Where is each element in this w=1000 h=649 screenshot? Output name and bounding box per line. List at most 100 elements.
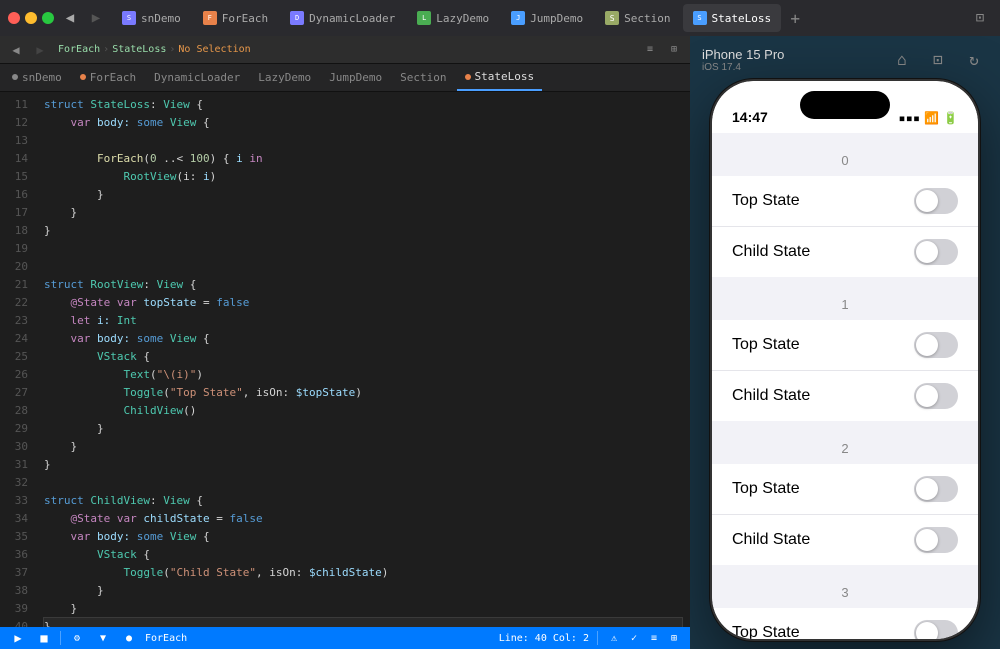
row-0-1[interactable]: Child State bbox=[712, 227, 978, 277]
rotate-icon[interactable]: ↻ bbox=[960, 46, 988, 74]
code-line-30: } bbox=[44, 438, 682, 456]
simulator-panel: iPhone 15 Pro iOS 17.4 ⌂ ⊡ ↻ 14:47 ▪▪▪ 📶 bbox=[690, 36, 1000, 649]
code-editor[interactable]: 1112131415161718192021222324252627282930… bbox=[0, 92, 690, 627]
close-button[interactable] bbox=[8, 12, 20, 24]
toggle-0-1[interactable] bbox=[914, 239, 958, 265]
tab-dynamicloader[interactable]: D DynamicLoader bbox=[280, 4, 405, 32]
main-layout: ◀ ▶ ForEach › StateLoss › No Selection ≡… bbox=[0, 36, 1000, 649]
toggle-3-0[interactable] bbox=[914, 620, 958, 639]
file-dot-sndemo bbox=[12, 74, 18, 80]
code-line-18: } bbox=[44, 222, 682, 240]
adjust-icon[interactable]: ≡ bbox=[640, 40, 660, 60]
build-icon[interactable]: ⚙ bbox=[67, 628, 87, 648]
code-line-33: struct ChildView: View { bbox=[44, 492, 682, 510]
stop-icon[interactable]: ■ bbox=[34, 628, 54, 648]
back-icon[interactable]: ◀ bbox=[6, 40, 26, 60]
section-list-0: Top State Child State bbox=[712, 176, 978, 277]
screenshot-icon[interactable]: ⊡ bbox=[924, 46, 952, 74]
file-tab-sndemo[interactable]: snDemo bbox=[4, 65, 70, 91]
play-icon[interactable]: ▶ bbox=[8, 628, 28, 648]
line-number-19: 19 bbox=[0, 240, 28, 258]
line-number-31: 31 bbox=[0, 456, 28, 474]
top-bar-tabs: S snDemo F ForEach D DynamicLoader L Laz… bbox=[112, 4, 962, 32]
top-bar: ◀ ▶ S snDemo F ForEach D DynamicLoader L… bbox=[0, 0, 1000, 36]
toggle-2-1[interactable] bbox=[914, 527, 958, 553]
row-label-0-1: Child State bbox=[732, 243, 914, 261]
file-tab-section[interactable]: Section bbox=[392, 65, 454, 91]
line-number-24: 24 bbox=[0, 330, 28, 348]
file-tab-dynamicloader[interactable]: DynamicLoader bbox=[146, 65, 248, 91]
line-number-23: 23 bbox=[0, 312, 28, 330]
tab-foreach[interactable]: F ForEach bbox=[193, 4, 278, 32]
code-line-34: @State var childState = false bbox=[44, 510, 682, 528]
tab-lazydemo[interactable]: L LazyDemo bbox=[407, 4, 499, 32]
row-label-2-0: Top State bbox=[732, 480, 914, 498]
new-tab-button[interactable]: + bbox=[783, 6, 807, 30]
toggle-2-0[interactable] bbox=[914, 476, 958, 502]
line-number-35: 35 bbox=[0, 528, 28, 546]
file-tab-lazydemo[interactable]: LazyDemo bbox=[250, 65, 319, 91]
minimize-button[interactable] bbox=[25, 12, 37, 24]
file-tab-jumpdemo[interactable]: JumpDemo bbox=[321, 65, 390, 91]
status-bar: ▶ ■ ⚙ ▼ ● ForEach Line: 40 Col: 2 ⚠ ✓ ≡ … bbox=[0, 627, 690, 649]
tab-jumpdemo[interactable]: J JumpDemo bbox=[501, 4, 593, 32]
iphone-screen: 14:47 ▪▪▪ 📶 🔋 0Top StateChild State1Top … bbox=[712, 81, 978, 639]
phone-status-icons: ▪▪▪ 📶 🔋 bbox=[898, 111, 958, 125]
os-version: iOS 17.4 bbox=[702, 62, 784, 73]
code-line-36: VStack { bbox=[44, 546, 682, 564]
line-number-33: 33 bbox=[0, 492, 28, 510]
signal-icon: ▪▪▪ bbox=[898, 111, 920, 125]
phone-time: 14:47 bbox=[732, 109, 768, 125]
tab-sndemo[interactable]: S snDemo bbox=[112, 4, 191, 32]
code-line-11: struct StateLoss: View { bbox=[44, 96, 682, 114]
tab-icon-foreach: F bbox=[203, 11, 217, 25]
run-dest-icon[interactable]: ● bbox=[119, 628, 139, 648]
inspector-icon[interactable]: ≡ bbox=[646, 630, 662, 646]
nav-forward-button[interactable]: ▶ bbox=[86, 8, 106, 28]
file-tab-foreach[interactable]: ForEach bbox=[72, 65, 144, 91]
section-header-1: 1 bbox=[712, 277, 978, 320]
forward-icon[interactable]: ▶ bbox=[30, 40, 50, 60]
grid-icon[interactable]: ⊞ bbox=[664, 40, 684, 60]
code-line-23: let i: Int bbox=[44, 312, 682, 330]
row-0-0[interactable]: Top State bbox=[712, 176, 978, 227]
line-col-text: Line: 40 Col: 2 bbox=[499, 633, 589, 644]
line-number-29: 29 bbox=[0, 420, 28, 438]
section-header-3: 3 bbox=[712, 565, 978, 608]
home-icon[interactable]: ⌂ bbox=[888, 46, 916, 74]
nav-back-button[interactable]: ◀ bbox=[60, 8, 80, 28]
warning-icon[interactable]: ⚠ bbox=[606, 630, 622, 646]
row-3-0[interactable]: Top State bbox=[712, 608, 978, 639]
row-2-0[interactable]: Top State bbox=[712, 464, 978, 515]
toggle-0-0[interactable] bbox=[914, 188, 958, 214]
line-number-16: 16 bbox=[0, 186, 28, 204]
row-label-1-0: Top State bbox=[732, 336, 914, 354]
toggle-1-1[interactable] bbox=[914, 383, 958, 409]
expand-button[interactable]: ⊡ bbox=[968, 6, 992, 30]
code-line-15: RootView(i: i) bbox=[44, 168, 682, 186]
line-number-25: 25 bbox=[0, 348, 28, 366]
tab-section[interactable]: S Section bbox=[595, 4, 680, 32]
breadcrumb-noselection: No Selection bbox=[178, 44, 250, 55]
code-line-32 bbox=[44, 474, 682, 492]
phone-content[interactable]: 0Top StateChild State1Top StateChild Sta… bbox=[712, 133, 978, 639]
breadcrumb-foreach[interactable]: ForEach bbox=[58, 44, 100, 55]
library-icon[interactable]: ⊞ bbox=[666, 630, 682, 646]
row-2-1[interactable]: Child State bbox=[712, 515, 978, 565]
error-icon[interactable]: ✓ bbox=[626, 630, 642, 646]
breadcrumb-stateloss[interactable]: StateLoss bbox=[112, 44, 166, 55]
toggle-1-0[interactable] bbox=[914, 332, 958, 358]
tab-stateloss[interactable]: S StateLoss bbox=[683, 4, 782, 32]
line-number-27: 27 bbox=[0, 384, 28, 402]
scheme-icon[interactable]: ▼ bbox=[93, 628, 113, 648]
file-tab-stateloss[interactable]: StateLoss bbox=[457, 65, 543, 91]
device-name: iPhone 15 Pro bbox=[702, 47, 784, 62]
maximize-button[interactable] bbox=[42, 12, 54, 24]
section-header-0: 0 bbox=[712, 133, 978, 176]
row-1-1[interactable]: Child State bbox=[712, 371, 978, 421]
code-line-26: Text("\(i)") bbox=[44, 366, 682, 384]
line-number-37: 37 bbox=[0, 564, 28, 582]
code-content[interactable]: struct StateLoss: View { var body: some … bbox=[36, 92, 690, 627]
row-1-0[interactable]: Top State bbox=[712, 320, 978, 371]
editor-toolbar: ◀ ▶ ForEach › StateLoss › No Selection ≡… bbox=[0, 36, 690, 64]
